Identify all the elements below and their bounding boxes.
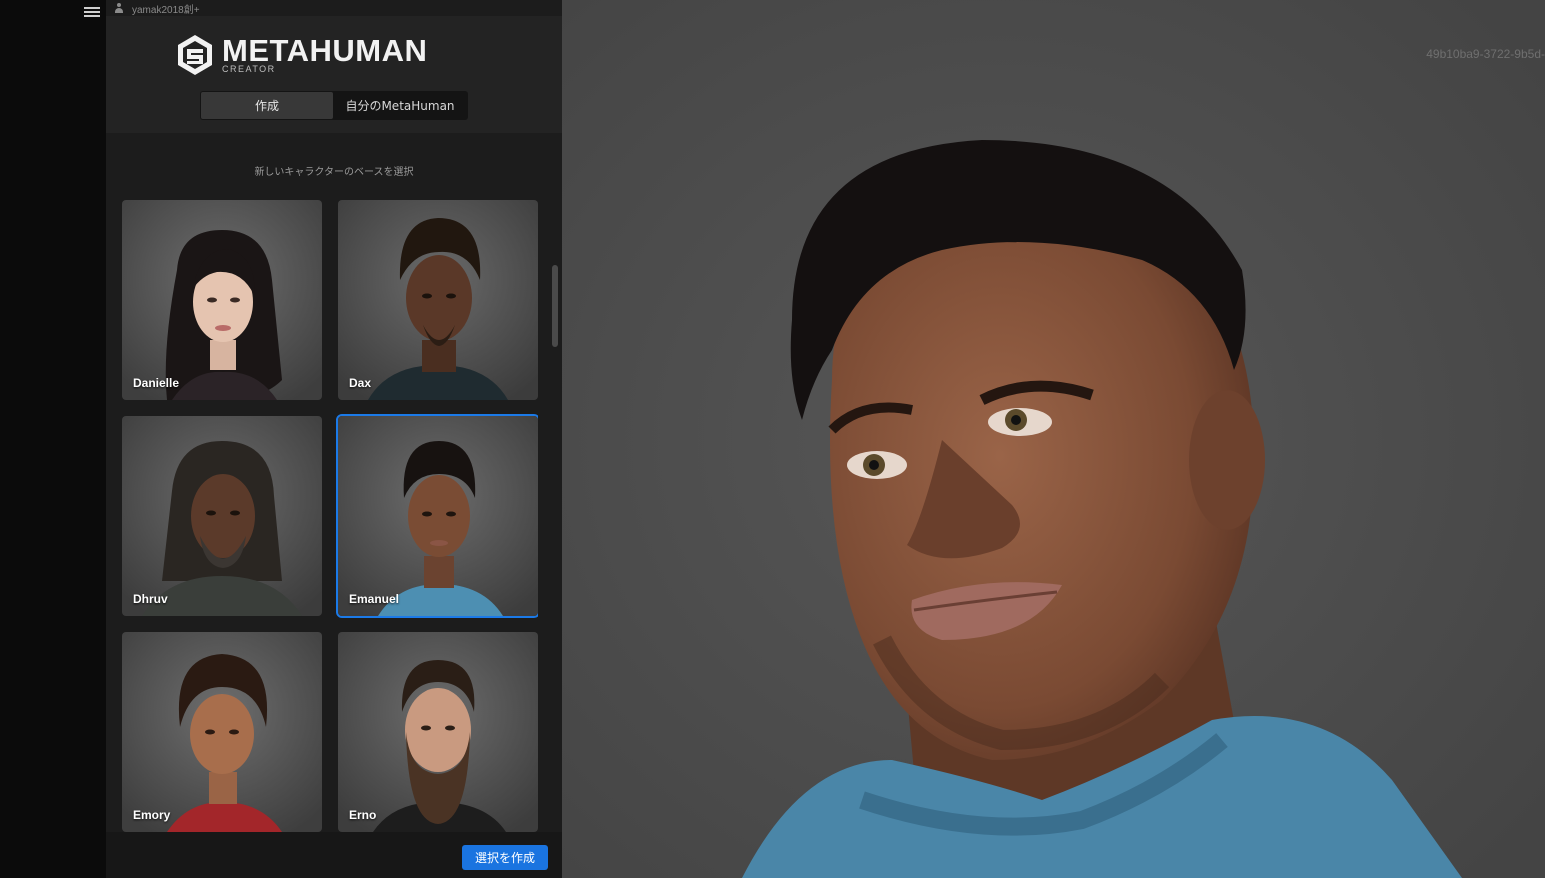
preset-card-emanuel[interactable]: Emanuel bbox=[336, 414, 538, 618]
preset-name: Erno bbox=[349, 808, 377, 822]
username: yamak2018創+ bbox=[132, 4, 200, 16]
tab-create[interactable]: 作成 bbox=[201, 92, 333, 119]
preset-grid: Danielle Dax Dhruv Emanuel Emory Erno bbox=[122, 200, 538, 832]
preset-list-scrollbar[interactable] bbox=[552, 265, 558, 347]
session-id: 49b10ba9-3722-9b5d- bbox=[1426, 47, 1545, 61]
user-bar: yamak2018創+ bbox=[106, 0, 562, 16]
panel-footer: 選択を作成 bbox=[106, 832, 562, 878]
preset-card-dhruv[interactable]: Dhruv bbox=[122, 416, 322, 616]
portrait-image bbox=[122, 632, 322, 832]
panel-header: METAHUMAN CREATOR 作成 自分のMetaHuman bbox=[106, 16, 562, 133]
preset-card-danielle[interactable]: Danielle bbox=[122, 200, 322, 400]
tab-my-metahumans[interactable]: 自分のMetaHuman bbox=[333, 92, 467, 119]
character-preview-render bbox=[562, 0, 1545, 878]
user-icon bbox=[114, 3, 124, 13]
preset-prompt: 新しいキャラクターのベースを選択 bbox=[254, 167, 414, 178]
preset-name: Dhruv bbox=[133, 592, 168, 606]
metahuman-logo: METAHUMAN CREATOR bbox=[176, 34, 427, 76]
metahuman-creator-app: yamak2018創+ METAHUMAN CREATOR 作成 自分のMeta… bbox=[0, 0, 1545, 878]
preset-panel: yamak2018創+ METAHUMAN CREATOR 作成 自分のMeta… bbox=[106, 0, 562, 878]
portrait-image bbox=[338, 632, 538, 832]
portrait-image bbox=[122, 416, 322, 616]
portrait-image bbox=[338, 200, 538, 400]
logo-title: METAHUMAN bbox=[222, 33, 428, 68]
portrait-image bbox=[338, 416, 538, 616]
menu-icon[interactable] bbox=[84, 5, 100, 21]
logo-subtitle: CREATOR bbox=[222, 64, 276, 74]
preset-card-emory[interactable]: Emory bbox=[122, 632, 322, 832]
preset-name: Danielle bbox=[133, 376, 180, 390]
create-selected-button[interactable]: 選択を作成 bbox=[462, 845, 548, 870]
mode-tabs: 作成 自分のMetaHuman bbox=[200, 91, 468, 120]
preset-card-erno[interactable]: Erno bbox=[338, 632, 538, 832]
portrait-image bbox=[122, 200, 322, 400]
preset-name: Emory bbox=[133, 808, 171, 822]
preset-name: Dax bbox=[349, 376, 372, 390]
preset-name: Emanuel bbox=[349, 592, 400, 606]
preset-card-dax[interactable]: Dax bbox=[338, 200, 538, 400]
character-viewport[interactable]: 49b10ba9-3722-9b5d- bbox=[562, 0, 1545, 878]
left-rail bbox=[0, 0, 106, 878]
metahuman-logo-icon bbox=[178, 35, 212, 75]
